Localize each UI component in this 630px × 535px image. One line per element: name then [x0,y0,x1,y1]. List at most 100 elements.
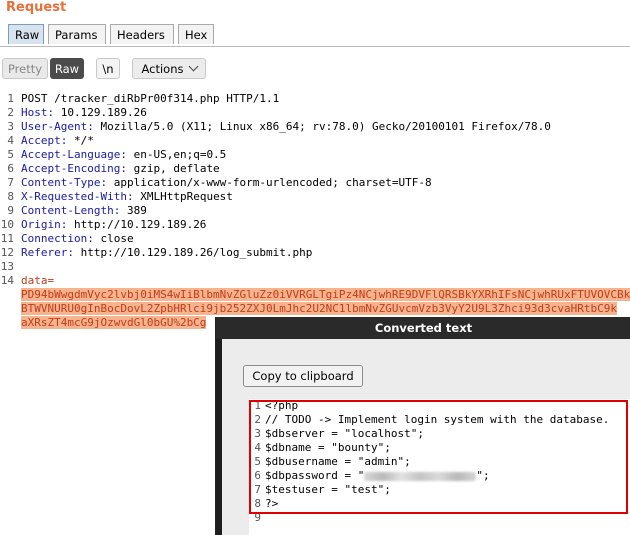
code-line: 6 $dbpassword = " "; [249,469,630,483]
line-number: 3 [7,120,14,133]
header-value: close [93,232,134,245]
line-number: 12 [0,246,14,259]
line-number: 6 [7,162,14,175]
code-text: $dbpassword = " [265,469,365,482]
request-line: 3 User-Agent: Mozilla/5.0 (X11; Linux x86… [0,120,630,134]
code-text-suffix: "; [476,469,490,482]
code-text: $dbserver = "localhost"; [265,427,424,440]
line-number: 5 [254,455,261,468]
header-name: Accept: [21,134,68,147]
raw-button[interactable]: Raw [50,58,84,79]
encoded-data: BTWVNURU0gInBocDovL2ZpbHRlci9jb252ZXJ0Lm… [21,302,618,315]
request-line: 11 Connection: close [0,232,630,246]
request-line: 1 POST /tracker_diRbPr00f314.php HTTP/1.1 [0,92,630,106]
line-number: 11 [0,232,14,245]
body-param-line: 14 data= [0,274,630,288]
body-param-name: data= [21,274,55,287]
line-number: 7 [7,176,14,189]
pretty-button[interactable]: Pretty [2,58,48,79]
line-number: 1 [7,92,14,105]
line-number: 3 [254,427,261,440]
header-name: User-Agent: [21,120,94,133]
actions-label: Actions [141,62,184,76]
line-number: 13 [0,260,14,273]
request-line: 9 Content-Length: 389 [0,204,630,218]
header-value: Mozilla/5.0 (X11; Linux x86_64; rv:78.0)… [93,120,551,133]
request-line: 8 X-Requested-With: XMLHttpRequest [0,190,630,204]
header-value: 10.129.189.26 [54,106,147,119]
code-text: $dbusername = "admin"; [265,455,411,468]
header-value: en-US,en;q=0.5 [126,148,227,161]
request-line: 7 Content-Type: application/x-www-form-ur… [0,176,630,190]
dialog-left-edge [216,339,222,535]
line-number: 6 [254,469,261,482]
request-tab-bar: Raw Params Headers Hex [0,24,630,47]
header-name: Referer: [21,246,74,259]
header-name: Connection: [21,232,94,245]
header-value: application/x-www-form-urlencoded; chars… [107,176,432,189]
code-text: $dbname = "bounty"; [265,441,391,454]
actions-button[interactable]: Actions [132,58,206,79]
line-number: 8 [254,497,261,510]
request-line: 4 Accept: */* [0,134,630,148]
line-number: 9 [254,511,261,524]
code-line: 8 ?> [249,497,630,511]
request-title: Request [6,0,67,15]
request-line: 13 [0,260,630,274]
chevron-down-icon [188,61,198,72]
line-number: 2 [7,106,14,119]
line-number: 9 [7,204,14,217]
line-number: 8 [7,190,14,203]
code-text: $testuser = "test"; [265,483,391,496]
line-number: 4 [254,441,261,454]
code-line: 1 <?php [249,399,630,413]
header-name: Content-Length: [21,204,121,217]
header-value: http://10.129.189.26/log_submit.php [73,246,313,259]
header-name: Host: [21,106,55,119]
line-number: 7 [254,483,261,496]
code-line: 9 [249,511,630,525]
tab-headers[interactable]: Headers [110,24,174,44]
line-number: 2 [254,413,261,426]
code-line: 3 $dbserver = "localhost"; [249,427,630,441]
line-number: 10 [0,218,14,231]
header-value: */* [67,134,94,147]
code-line: 4 $dbname = "bounty"; [249,441,630,455]
header-name: Accept-Encoding: [21,162,127,175]
line-number: 1 [254,399,261,412]
header-name: X-Requested-With: [21,190,134,203]
line-number: 4 [7,134,14,147]
code-line: 5 $dbusername = "admin"; [249,455,630,469]
request-line: 2 Host: 10.129.189.26 [0,106,630,120]
redacted-password [364,471,477,481]
code-text: // TODO -> Implement login system with t… [265,413,610,426]
converted-text-dialog: Converted text Copy to clipboard 1 <?php 2… [215,317,630,535]
code-text: ?> [265,497,279,510]
line-number: 5 [7,148,14,161]
code-line: 2 // TODO -> Implement login system with … [249,413,630,427]
header-name: Accept-Language: [21,148,127,161]
encoded-data: PD94bWwgdmVyc2lvbj0iMS4wIiBlbmNvZGluZz0i… [21,288,630,301]
newline-toggle-button[interactable]: \n [96,58,120,79]
converted-code-view[interactable]: 1 <?php 2 // TODO -> Implement login system… [249,399,630,535]
header-name: Content-Type: [21,176,108,189]
code-line: 7 $testuser = "test"; [249,483,630,497]
code-text: <?php [265,399,299,412]
request-line: 6 Accept-Encoding: gzip, deflate [0,162,630,176]
encoded-data: aXRsZT4mcG9jOzwvdGl0bGU%2bCg [21,316,207,329]
copy-to-clipboard-button[interactable]: Copy to clipboard [243,365,363,387]
dialog-title: Converted text [216,317,630,339]
header-value: 389 [120,204,147,217]
tab-params[interactable]: Params [48,24,106,44]
editor-toolbar: Pretty Raw \n Actions [0,58,630,82]
encoded-data-line-1: PD94bWwgdmVyc2lvbj0iMS4wIiBlbmNvZGluZz0i… [21,288,630,302]
request-line: 10 Origin: http://10.129.189.26 [0,218,630,232]
tab-hex[interactable]: Hex [178,24,214,44]
tab-raw[interactable]: Raw [8,24,44,44]
header-name: Origin: [21,218,68,231]
line-number: 14 [0,274,14,287]
header-value: http://10.129.189.26 [67,218,207,231]
header-value: gzip, deflate [126,162,220,175]
header-value: XMLHttpRequest [133,190,233,203]
request-line: 12 Referer: http://10.129.189.26/log_subm… [0,246,630,260]
